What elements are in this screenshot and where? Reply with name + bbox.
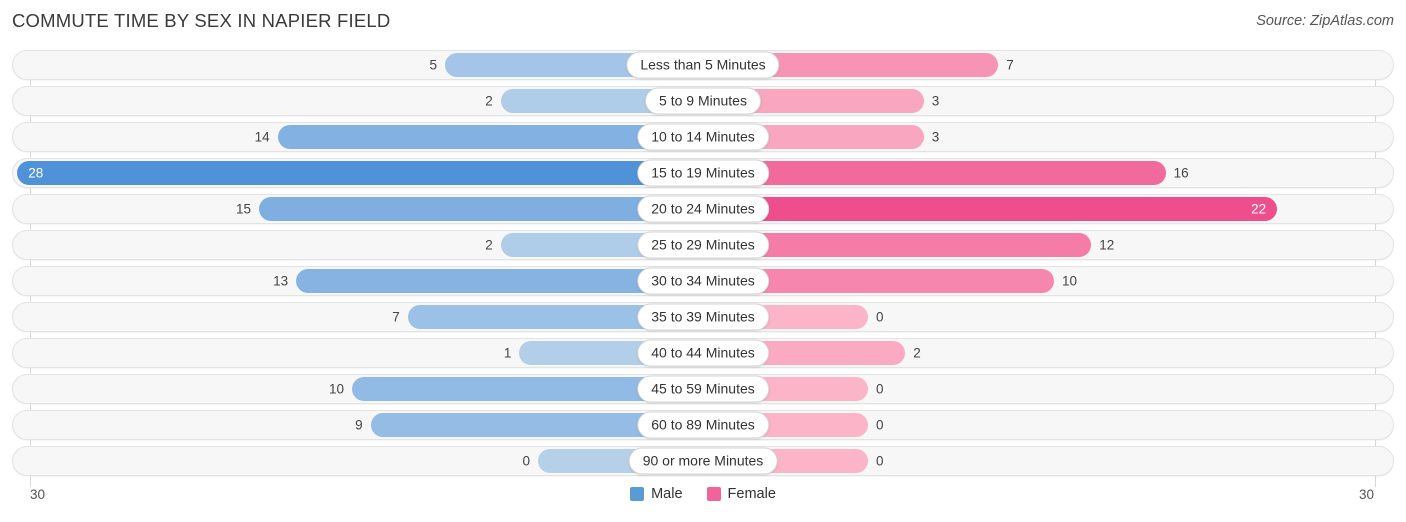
plot-area: 5 7 Less than 5 Minutes 2 3 5 to 9 Minutes 14 3… bbox=[12, 50, 1394, 487]
table-row[interactable]: 7 0 35 to 39 Minutes bbox=[12, 302, 1394, 332]
bar-value-female: 0 bbox=[876, 417, 884, 433]
bar-male[interactable] bbox=[17, 161, 703, 185]
page-title: COMMUTE TIME BY SEX IN NAPIER FIELD bbox=[12, 10, 391, 31]
category-label-pill: 90 or more Minutes bbox=[628, 447, 778, 475]
bar-value-female: 0 bbox=[876, 381, 884, 397]
bar-value-male: 13 bbox=[273, 273, 289, 289]
chart-legend: Male Female bbox=[0, 486, 1406, 502]
table-row[interactable]: 2 12 25 to 29 Minutes bbox=[12, 230, 1394, 260]
bar-value-female: 7 bbox=[1006, 57, 1014, 73]
bar-pair: 9 0 60 to 89 Minutes bbox=[13, 411, 1393, 439]
bar-pair: 13 10 30 to 34 Minutes bbox=[13, 267, 1393, 295]
bar-value-male: 1 bbox=[503, 345, 512, 361]
category-label-pill: 15 to 19 Minutes bbox=[637, 159, 769, 187]
table-row[interactable]: 28 16 15 to 19 Minutes bbox=[12, 158, 1394, 188]
legend-label-male: Male bbox=[651, 486, 683, 502]
bar-value-female: 22 bbox=[1251, 201, 1267, 217]
bar-value-male: 7 bbox=[392, 309, 400, 325]
bar-value-male: 14 bbox=[254, 129, 270, 145]
category-label-pill: 30 to 34 Minutes bbox=[637, 267, 769, 295]
category-label-pill: 35 to 39 Minutes bbox=[637, 303, 769, 331]
category-label-pill: 60 to 89 Minutes bbox=[637, 411, 769, 439]
table-row[interactable]: 13 10 30 to 34 Minutes bbox=[12, 266, 1394, 296]
bar-value-female: 10 bbox=[1062, 273, 1078, 289]
legend-label-female: Female bbox=[727, 486, 776, 502]
table-row[interactable]: 9 0 60 to 89 Minutes bbox=[12, 410, 1394, 440]
bar-pair: 14 3 10 to 14 Minutes bbox=[13, 123, 1393, 151]
bar-pair: 1 2 40 to 44 Minutes bbox=[13, 339, 1393, 367]
bar-pair: 2 3 5 to 9 Minutes bbox=[13, 87, 1393, 115]
bar-value-male: 28 bbox=[28, 165, 44, 181]
legend-swatch-female-icon bbox=[706, 487, 721, 501]
bar-pair: 28 16 15 to 19 Minutes bbox=[13, 159, 1393, 187]
bar-value-female: 16 bbox=[1173, 165, 1189, 181]
bar-pair: 0 0 90 or more Minutes bbox=[13, 447, 1393, 475]
legend-swatch-male-icon bbox=[630, 487, 645, 501]
table-row[interactable]: 15 22 20 to 24 Minutes bbox=[12, 194, 1394, 224]
category-label-pill: 25 to 29 Minutes bbox=[637, 231, 769, 259]
bar-value-male: 0 bbox=[522, 453, 530, 469]
bar-value-female: 2 bbox=[913, 345, 921, 361]
bar-value-male: 10 bbox=[328, 381, 344, 397]
source-attribution: Source: ZipAtlas.com bbox=[1256, 13, 1394, 29]
category-label-pill: 45 to 59 Minutes bbox=[637, 375, 769, 403]
legend-item-female[interactable]: Female bbox=[706, 486, 776, 502]
category-label-pill: 10 to 14 Minutes bbox=[637, 123, 769, 151]
table-row[interactable]: 10 0 45 to 59 Minutes bbox=[12, 374, 1394, 404]
bar-value-female: 3 bbox=[931, 129, 940, 145]
bar-value-male: 9 bbox=[355, 417, 363, 433]
bar-pair: 2 12 25 to 29 Minutes bbox=[13, 231, 1393, 259]
table-row[interactable]: 2 3 5 to 9 Minutes bbox=[12, 86, 1394, 116]
bar-female[interactable] bbox=[703, 161, 1166, 185]
bar-pair: 5 7 Less than 5 Minutes bbox=[13, 51, 1393, 79]
bar-pair: 10 0 45 to 59 Minutes bbox=[13, 375, 1393, 403]
category-label-pill: Less than 5 Minutes bbox=[626, 51, 780, 79]
category-label-pill: 5 to 9 Minutes bbox=[645, 87, 761, 115]
bar-pair: 7 0 35 to 39 Minutes bbox=[13, 303, 1393, 331]
bar-value-male: 2 bbox=[485, 93, 493, 109]
bar-female[interactable] bbox=[703, 197, 1278, 221]
table-row[interactable]: 1 2 40 to 44 Minutes bbox=[12, 338, 1394, 368]
table-row[interactable]: 14 3 10 to 14 Minutes bbox=[12, 122, 1394, 152]
bar-value-female: 0 bbox=[876, 453, 884, 469]
bar-value-female: 12 bbox=[1099, 237, 1115, 253]
bar-value-male: 15 bbox=[235, 201, 251, 217]
bar-row-list: 5 7 Less than 5 Minutes 2 3 5 to 9 Minutes 14 3… bbox=[12, 50, 1394, 482]
category-label-pill: 40 to 44 Minutes bbox=[637, 339, 769, 367]
bar-value-female: 0 bbox=[876, 309, 884, 325]
chart-container: COMMUTE TIME BY SEX IN NAPIER FIELD Sour… bbox=[0, 0, 1406, 522]
category-label-pill: 20 to 24 Minutes bbox=[637, 195, 769, 223]
bar-value-female: 3 bbox=[931, 93, 940, 109]
table-row[interactable]: 0 0 90 or more Minutes bbox=[12, 446, 1394, 476]
legend-item-male[interactable]: Male bbox=[630, 486, 683, 502]
table-row[interactable]: 5 7 Less than 5 Minutes bbox=[12, 50, 1394, 80]
bar-value-male: 5 bbox=[429, 57, 437, 73]
bar-value-male: 2 bbox=[485, 237, 493, 253]
bar-pair: 15 22 20 to 24 Minutes bbox=[13, 195, 1393, 223]
